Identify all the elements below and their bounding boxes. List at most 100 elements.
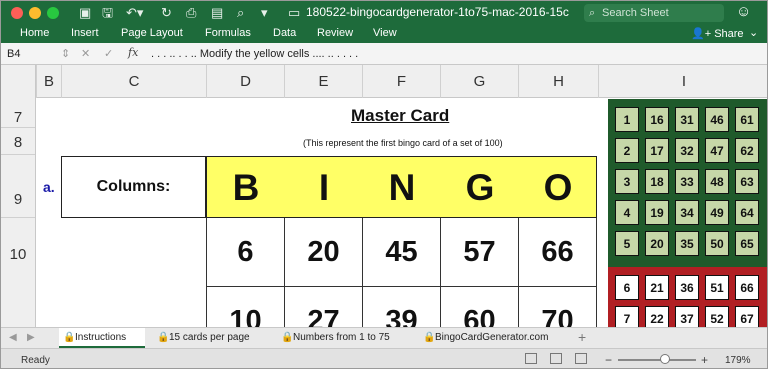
row-header-7[interactable]: 7 — [1, 98, 35, 128]
close-window-button[interactable] — [11, 7, 23, 19]
next-sheet-icon[interactable]: ▶ — [27, 332, 35, 343]
bingo-cell[interactable]: 70 — [519, 287, 597, 327]
master-number-cell[interactable]: 1 — [615, 107, 639, 132]
column-header-g[interactable]: G — [440, 65, 518, 98]
master-number-cell[interactable]: 34 — [675, 200, 699, 225]
bingo-letter-i[interactable]: I — [285, 157, 363, 217]
bingo-cell[interactable]: 27 — [285, 287, 363, 327]
cancel-icon[interactable]: ✕ — [81, 47, 90, 60]
master-number-cell[interactable]: 18 — [645, 169, 669, 194]
master-number-cell[interactable]: 62 — [735, 138, 759, 163]
column-header-e[interactable]: E — [284, 65, 362, 98]
master-number-cell[interactable]: 51 — [705, 275, 729, 300]
print-icon[interactable]: ⎙ — [186, 4, 196, 22]
name-box[interactable]: B4 — [7, 48, 20, 60]
master-number-cell[interactable]: 66 — [735, 275, 759, 300]
column-header-b[interactable]: B — [36, 65, 61, 98]
row-header-9[interactable]: 9 — [1, 155, 35, 218]
page-break-view-icon[interactable] — [575, 353, 587, 364]
master-number-cell[interactable]: 5 — [615, 231, 639, 256]
share-button[interactable]: 👤+ Share — [691, 27, 744, 40]
master-number-cell[interactable]: 20 — [645, 231, 669, 256]
tab-view[interactable]: View — [373, 27, 397, 39]
insert-function-icon[interactable]: fx — [128, 46, 138, 59]
master-number-cell[interactable]: 36 — [675, 275, 699, 300]
bingo-cell[interactable]: 66 — [519, 218, 597, 287]
master-number-cell[interactable]: 61 — [735, 107, 759, 132]
master-number-cell[interactable]: 63 — [735, 169, 759, 194]
master-number-cell[interactable]: 2 — [615, 138, 639, 163]
bingo-cell[interactable]: 45 — [363, 218, 441, 287]
save-icon[interactable]: 🖫 — [102, 4, 113, 22]
bingo-letter-b[interactable]: B — [207, 157, 285, 217]
print-preview-icon[interactable]: ▤ — [211, 4, 223, 22]
bingo-cell[interactable]: 6 — [207, 218, 285, 287]
tab-home[interactable]: Home — [20, 27, 49, 39]
master-number-cell[interactable]: 21 — [645, 275, 669, 300]
master-number-cell[interactable]: 6 — [615, 275, 639, 300]
bingo-cell[interactable]: 57 — [441, 218, 519, 287]
sheet-tab-bingocardgenerator[interactable]: 🔒 BingoCardGenerator.com — [419, 328, 565, 348]
sidebar-icon[interactable]: ▣ — [79, 4, 91, 22]
master-number-cell[interactable]: 19 — [645, 200, 669, 225]
column-header-f[interactable]: F — [362, 65, 440, 98]
master-number-cell[interactable]: 46 — [705, 107, 729, 132]
master-number-cell[interactable]: 48 — [705, 169, 729, 194]
master-number-cell[interactable]: 65 — [735, 231, 759, 256]
worksheet[interactable]: B C D E F G H I 7 8 9 10 Master Card (Th… — [1, 65, 767, 327]
master-number-cell[interactable]: 22 — [645, 306, 669, 327]
bingo-letter-n[interactable]: N — [363, 157, 441, 217]
page-layout-view-icon[interactable] — [550, 353, 562, 364]
tab-page-layout[interactable]: Page Layout — [121, 27, 183, 39]
master-number-cell[interactable]: 67 — [735, 306, 759, 327]
zoom-icon[interactable]: ⌕ — [237, 4, 244, 22]
row-header-8[interactable]: 8 — [1, 128, 35, 155]
master-number-cell[interactable]: 50 — [705, 231, 729, 256]
bingo-cell[interactable]: 60 — [441, 287, 519, 327]
column-header-c[interactable]: C — [61, 65, 206, 98]
customize-toolbar-icon[interactable]: ▾ — [261, 4, 268, 22]
sheet-tab-instructions[interactable]: 🔒 Instructions — [59, 328, 145, 348]
master-number-cell[interactable]: 52 — [705, 306, 729, 327]
bingo-header-row[interactable]: B I N G O — [206, 156, 597, 218]
tab-formulas[interactable]: Formulas — [205, 27, 251, 39]
master-number-cell[interactable]: 3 — [615, 169, 639, 194]
feedback-smiley-icon[interactable]: ☺ — [736, 3, 751, 20]
master-number-cell[interactable]: 33 — [675, 169, 699, 194]
zoom-window-button[interactable] — [47, 7, 59, 19]
row-header-10[interactable]: 10 — [1, 218, 35, 327]
master-number-cell[interactable]: 32 — [675, 138, 699, 163]
master-number-cell[interactable]: 35 — [675, 231, 699, 256]
formula-input[interactable]: . . . .. . . .. Modify the yellow cells … — [151, 48, 358, 60]
sheet-tab-15-cards[interactable]: 🔒 15 cards per page — [153, 328, 269, 348]
chevron-down-icon[interactable]: ⌄ — [749, 26, 758, 39]
bingo-cell[interactable]: 10 — [207, 287, 285, 327]
master-number-cell[interactable]: 49 — [705, 200, 729, 225]
add-sheet-button[interactable]: + — [578, 329, 586, 345]
zoom-slider[interactable] — [618, 359, 696, 361]
master-number-cell[interactable]: 47 — [705, 138, 729, 163]
redo-icon[interactable]: ↻ — [161, 4, 172, 22]
columns-label-cell[interactable]: Columns: — [61, 156, 206, 218]
master-number-cell[interactable]: 17 — [645, 138, 669, 163]
undo-icon[interactable]: ↶▾ — [126, 4, 143, 22]
column-header-i[interactable]: I — [598, 65, 767, 98]
tab-insert[interactable]: Insert — [71, 27, 99, 39]
bingo-cell[interactable]: 39 — [363, 287, 441, 327]
zoom-slider-handle[interactable] — [660, 354, 670, 364]
master-number-cell[interactable]: 31 — [675, 107, 699, 132]
bingo-letter-o[interactable]: O — [519, 157, 597, 217]
master-number-cell[interactable]: 37 — [675, 306, 699, 327]
normal-view-icon[interactable] — [525, 353, 537, 364]
minimize-window-button[interactable] — [29, 7, 41, 19]
select-all-corner[interactable] — [1, 65, 36, 98]
tab-data[interactable]: Data — [273, 27, 296, 39]
bingo-letter-g[interactable]: G — [441, 157, 519, 217]
zoom-in-button[interactable]: + — [701, 353, 708, 367]
bingo-cell[interactable]: 20 — [285, 218, 363, 287]
search-sheet-input[interactable]: ⌕ Search Sheet — [584, 4, 724, 22]
master-number-cell[interactable]: 7 — [615, 306, 639, 327]
zoom-out-button[interactable]: − — [605, 353, 612, 367]
column-header-d[interactable]: D — [206, 65, 284, 98]
prev-sheet-icon[interactable]: ◀ — [9, 332, 17, 343]
